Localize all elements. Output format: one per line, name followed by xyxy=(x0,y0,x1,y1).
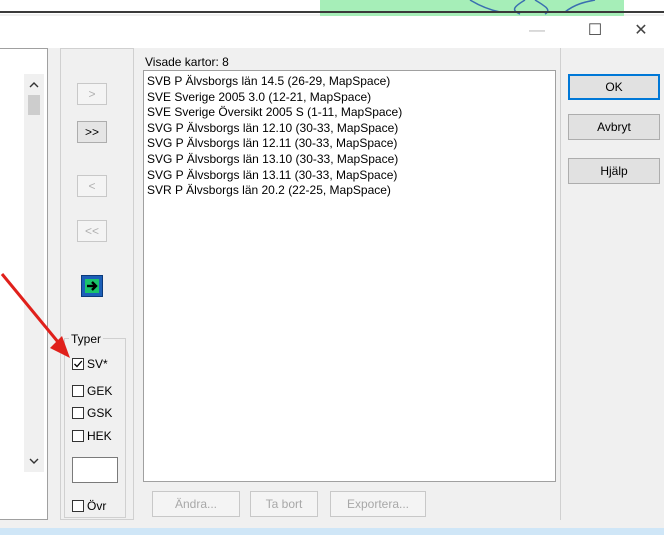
checkbox-icon xyxy=(72,385,84,397)
close-button[interactable]: ✕ xyxy=(618,16,664,48)
minimize-button[interactable]: — xyxy=(514,16,560,48)
remove-all-button[interactable]: << xyxy=(77,220,107,242)
arrow-right-icon xyxy=(85,279,99,293)
scroll-up-icon[interactable] xyxy=(24,76,44,94)
taskbar-edge xyxy=(0,528,664,535)
help-button[interactable]: Hjälp xyxy=(568,158,660,184)
type-filter-input[interactable] xyxy=(72,457,118,483)
type-checkbox-hek[interactable]: HEK xyxy=(72,428,112,444)
type-label: GSK xyxy=(87,406,113,420)
add-selected-button[interactable]: > xyxy=(77,83,107,105)
checkbox-icon xyxy=(72,500,84,512)
list-item[interactable]: SVB P Älvsborgs län 14.5 (26-29, MapSpac… xyxy=(147,74,555,90)
type-checkbox-gsk[interactable]: GSK xyxy=(72,405,112,421)
checkbox-icon xyxy=(72,430,84,442)
type-label: HEK xyxy=(87,429,112,443)
scroll-down-icon[interactable] xyxy=(24,452,44,470)
checkbox-icon xyxy=(72,407,84,419)
add-all-button[interactable]: >> xyxy=(77,121,107,143)
title-bar: — ☐ ✕ xyxy=(0,16,664,48)
list-item[interactable]: SVG P Älvsborgs län 12.11 (30-33, MapSpa… xyxy=(147,136,555,152)
shown-maps-label: Visade kartor: 8 xyxy=(145,55,229,69)
window-edge-line xyxy=(0,11,664,13)
type-checkbox-other[interactable]: Övr xyxy=(72,498,106,514)
delete-button[interactable]: Ta bort xyxy=(250,491,318,517)
list-item[interactable]: SVG P Älvsborgs län 12.10 (30-33, MapSpa… xyxy=(147,121,555,137)
ok-button[interactable]: OK xyxy=(568,74,660,100)
cancel-button[interactable]: Avbryt xyxy=(568,114,660,140)
type-checkbox-gek[interactable]: GEK xyxy=(72,383,112,399)
type-label: Övr xyxy=(87,499,107,513)
list-item[interactable]: SVG P Älvsborgs län 13.10 (30-33, MapSpa… xyxy=(147,152,555,168)
export-button[interactable]: Exportera... xyxy=(330,491,426,517)
annotation-arrow-icon xyxy=(0,273,70,358)
maximize-button[interactable]: ☐ xyxy=(572,16,618,48)
edit-button[interactable]: Ändra... xyxy=(152,491,240,517)
shown-maps-list[interactable]: SVB P Älvsborgs län 14.5 (26-29, MapSpac… xyxy=(143,70,556,482)
list-item[interactable]: SVR P Älvsborgs län 20.2 (22-25, MapSpac… xyxy=(147,183,555,199)
list-item[interactable]: SVE Sverige Översikt 2005 S (1-11, MapSp… xyxy=(147,105,555,121)
remove-selected-button[interactable]: < xyxy=(77,175,107,197)
list-item[interactable]: SVE Sverige 2005 3.0 (12-21, MapSpace) xyxy=(147,90,555,106)
go-to-map-button[interactable] xyxy=(81,275,103,297)
list-item[interactable]: SVG P Älvsborgs län 13.11 (30-33, MapSpa… xyxy=(147,168,555,184)
scrollbar-thumb[interactable] xyxy=(28,95,40,115)
type-label: SV* xyxy=(87,357,108,371)
type-label: GEK xyxy=(87,384,113,398)
